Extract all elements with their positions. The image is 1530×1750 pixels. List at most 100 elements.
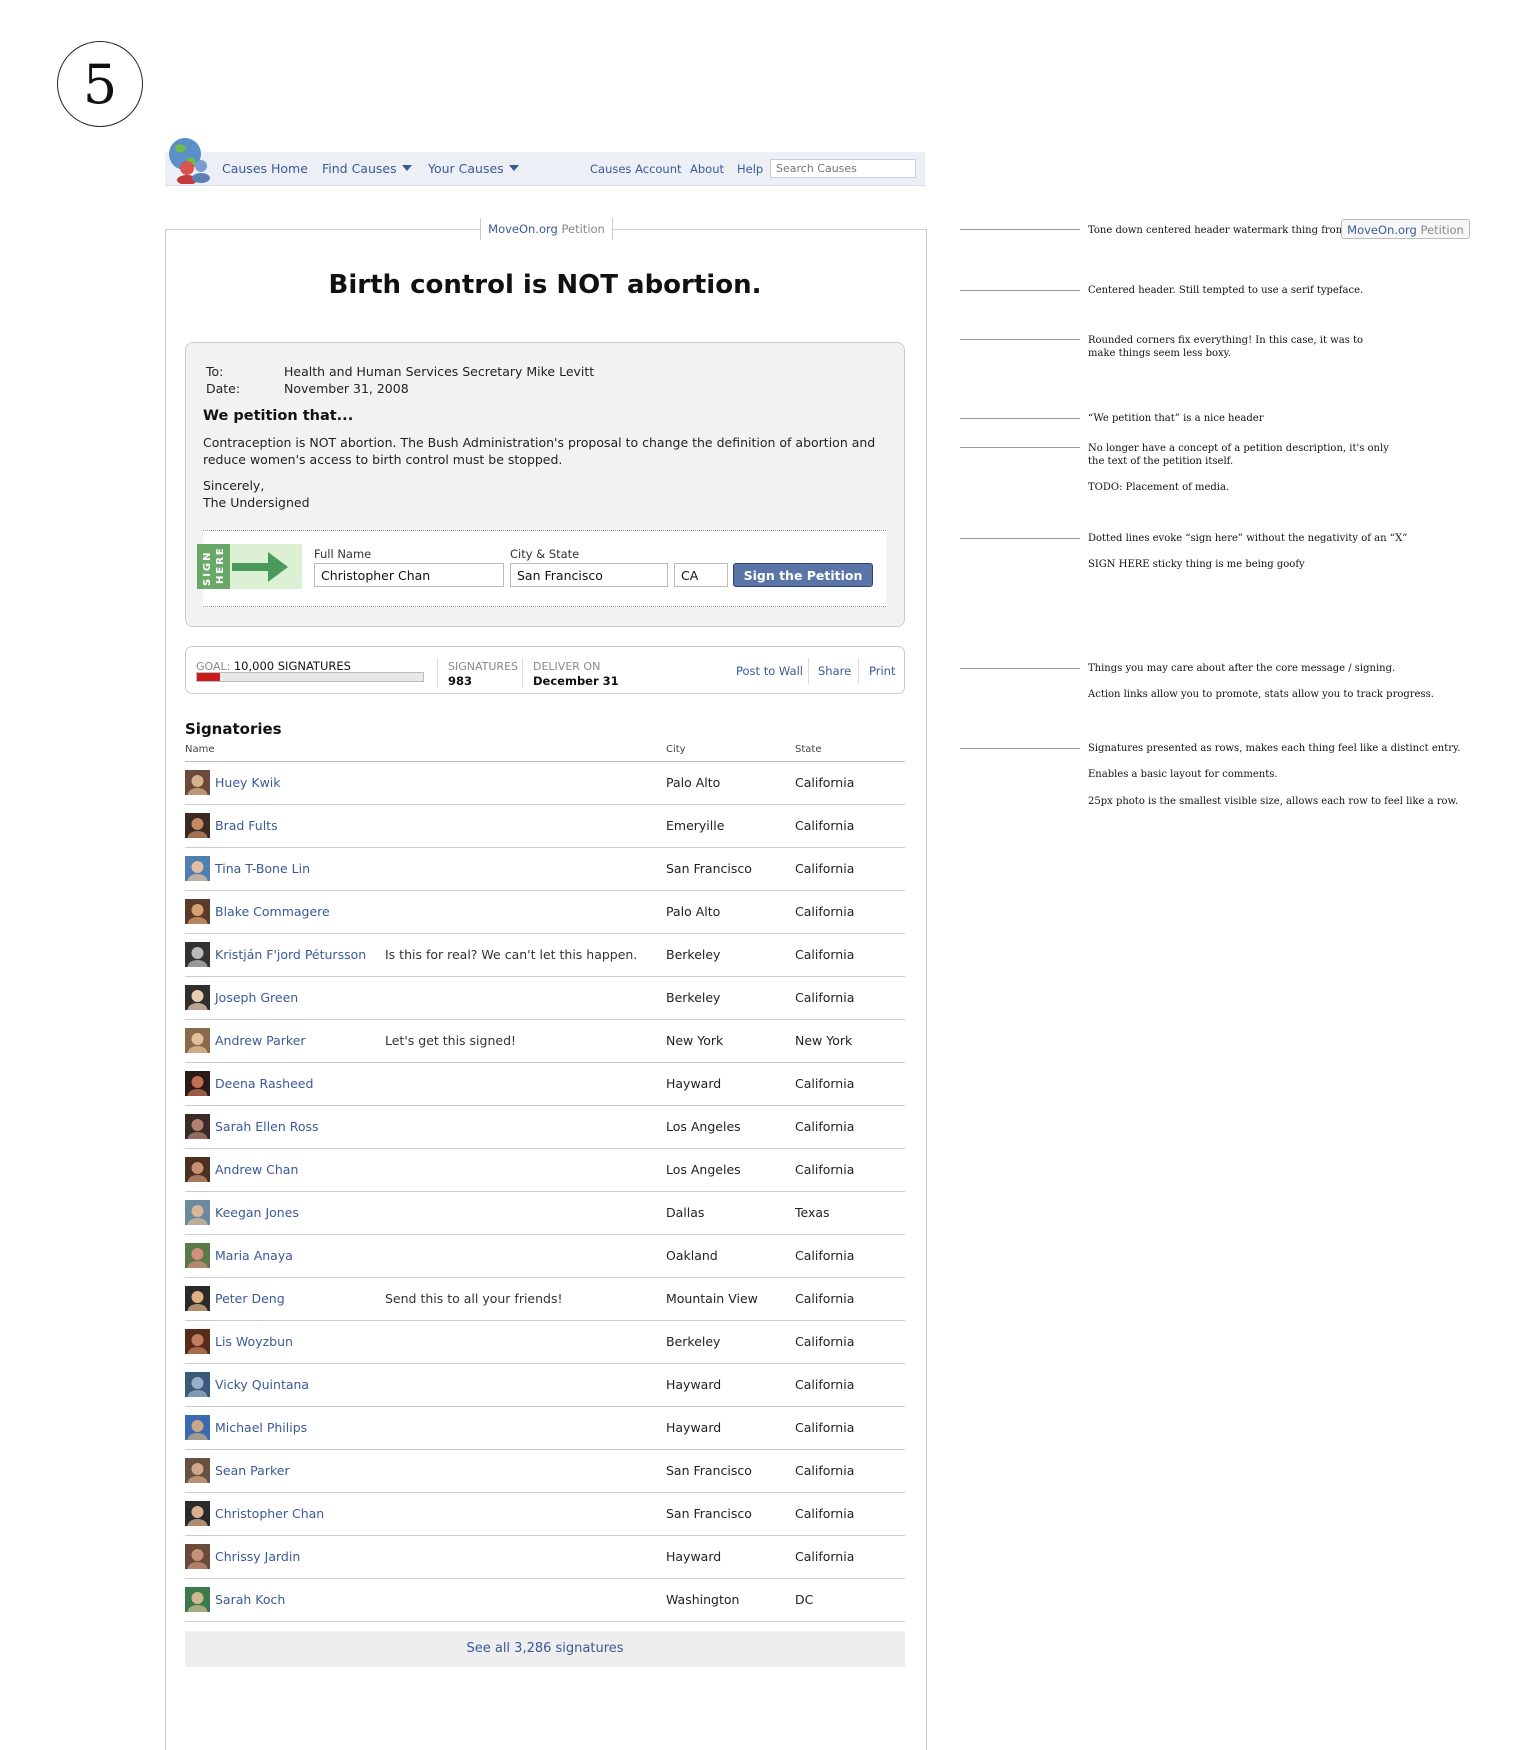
signer-name-link[interactable]: Keegan Jones — [215, 1205, 299, 1220]
signatures-count: 983 — [448, 674, 473, 688]
avatar[interactable] — [185, 1071, 210, 1096]
avatar[interactable] — [185, 1415, 210, 1440]
signer-city: Berkeley — [666, 947, 721, 962]
annotation-leader — [960, 538, 1080, 539]
signer-state: California — [795, 1506, 855, 1521]
nav-about[interactable]: About — [690, 162, 724, 176]
sign-here-tab: SIGN HERE — [197, 544, 230, 589]
signer-state: California — [795, 1463, 855, 1478]
signer-name-link[interactable]: Lis Woyzbun — [215, 1334, 293, 1349]
table-row: Andrew Chan Los Angeles California — [185, 1149, 905, 1192]
avatar[interactable] — [185, 1286, 210, 1311]
avatar[interactable] — [185, 856, 210, 881]
search-causes-input[interactable] — [770, 159, 916, 178]
stats-divider — [522, 658, 523, 688]
table-row: Christopher Chan San Francisco California — [185, 1493, 905, 1536]
avatar[interactable] — [185, 1372, 210, 1397]
avatar[interactable] — [185, 1243, 210, 1268]
annotation-photo: 25px photo is the smallest visible size,… — [1088, 796, 1459, 807]
avatar[interactable] — [185, 1501, 210, 1526]
city-field[interactable] — [510, 563, 668, 587]
avatar[interactable] — [185, 1200, 210, 1225]
signer-name-link[interactable]: Deena Rasheed — [215, 1076, 313, 1091]
signer-city: Palo Alto — [666, 904, 721, 919]
state-field[interactable] — [674, 563, 728, 587]
signer-name-link[interactable]: Brad Fults — [215, 818, 278, 833]
nav-find-causes[interactable]: Find Causes — [322, 161, 412, 176]
watermark-brand: MoveOn.org — [488, 222, 558, 236]
petition-signoff: Sincerely, The Undersigned — [203, 477, 310, 511]
signer-state: DC — [795, 1592, 814, 1607]
avatar[interactable] — [185, 1114, 210, 1139]
avatar[interactable] — [185, 813, 210, 838]
annotation-stats: Things you may care about after the core… — [1088, 663, 1396, 674]
avatar[interactable] — [185, 985, 210, 1010]
annotation-dotted: Dotted lines evoke “sign here” without t… — [1088, 533, 1408, 544]
signer-city: Berkeley — [666, 990, 721, 1005]
annotation-description-line1: No longer have a concept of a petition d… — [1088, 443, 1389, 454]
nav-help[interactable]: Help — [737, 162, 763, 176]
avatar[interactable] — [185, 770, 210, 795]
signer-name-link[interactable]: Christopher Chan — [215, 1506, 324, 1521]
nav-your-causes[interactable]: Your Causes — [428, 161, 519, 176]
see-all-signatures-link[interactable]: See all 3,286 signatures — [185, 1631, 905, 1667]
watermark-suffix: Petition — [561, 222, 605, 236]
signer-state: California — [795, 818, 855, 833]
signer-name-link[interactable]: Peter Deng — [215, 1291, 285, 1306]
signer-state: California — [795, 1334, 855, 1349]
goal-value: 10,000 SIGNATURES — [233, 659, 351, 673]
full-name-label: Full Name — [314, 547, 372, 561]
table-row: Kristján F'jord Pétursson Is this for rea… — [185, 934, 905, 977]
table-row: Chrissy Jardin Hayward California — [185, 1536, 905, 1579]
date-value: November 31, 2008 — [284, 381, 409, 396]
signer-state: New York — [795, 1033, 853, 1048]
signer-name-link[interactable]: Andrew Parker — [215, 1033, 306, 1048]
signer-name-link[interactable]: Joseph Green — [215, 990, 298, 1005]
annotation-description-line2: the text of the petition itself. — [1088, 456, 1234, 467]
annotation-leader — [960, 668, 1080, 669]
signer-name-link[interactable]: Sarah Ellen Ross — [215, 1119, 319, 1134]
post-to-wall-link[interactable]: Post to Wall — [736, 664, 803, 678]
avatar[interactable] — [185, 1544, 210, 1569]
share-link[interactable]: Share — [818, 664, 851, 678]
signer-name-link[interactable]: Chrissy Jardin — [215, 1549, 300, 1564]
signer-name-link[interactable]: Blake Commagere — [215, 904, 330, 919]
print-link[interactable]: Print — [869, 664, 895, 678]
signatories-heading: Signatories — [185, 720, 282, 738]
signer-name-link[interactable]: Vicky Quintana — [215, 1377, 309, 1392]
avatar[interactable] — [185, 1329, 210, 1354]
causes-logo-icon[interactable] — [165, 136, 215, 184]
nav-causes-account[interactable]: Causes Account — [590, 162, 682, 176]
avatar[interactable] — [185, 1458, 210, 1483]
table-row: Maria Anaya Oakland California — [185, 1235, 905, 1278]
signer-name-link[interactable]: Andrew Chan — [215, 1162, 298, 1177]
avatar[interactable] — [185, 899, 210, 924]
signer-name-link[interactable]: Kristján F'jord Pétursson — [215, 947, 366, 962]
signer-name-link[interactable]: Tina T-Bone Lin — [215, 861, 310, 876]
column-header-state: State — [795, 744, 822, 755]
signer-comment: Is this for real? We can't let this happ… — [385, 947, 638, 962]
avatar[interactable] — [185, 1157, 210, 1182]
full-name-field[interactable] — [314, 563, 504, 587]
avatar[interactable] — [185, 1587, 210, 1612]
signer-name-link[interactable]: Sarah Koch — [215, 1592, 285, 1607]
signer-name-link[interactable]: Huey Kwik — [215, 775, 281, 790]
table-row: Andrew Parker Let's get this signed! New Y… — [185, 1020, 905, 1063]
to-label: To: — [206, 364, 224, 379]
sign-petition-button[interactable]: Sign the Petition — [733, 563, 873, 587]
signer-name-link[interactable]: Sean Parker — [215, 1463, 290, 1478]
annotation-todo: TODO: Placement of media. — [1088, 482, 1230, 493]
signer-name-link[interactable]: Michael Philips — [215, 1420, 307, 1435]
signer-state: Texas — [795, 1205, 830, 1220]
signer-name-link[interactable]: Maria Anaya — [215, 1248, 293, 1263]
signer-city: Hayward — [666, 1377, 722, 1392]
annotation-watermark: Tone down centered header watermark thin… — [1088, 225, 1346, 236]
annotation-description: No longer have a concept of a petition d… — [1088, 442, 1389, 468]
signer-state: California — [795, 1549, 855, 1564]
nav-causes-home[interactable]: Causes Home — [222, 161, 308, 176]
avatar[interactable] — [185, 942, 210, 967]
avatar[interactable] — [185, 1028, 210, 1053]
signer-city: Berkeley — [666, 1334, 721, 1349]
deliver-date: December 31 — [533, 674, 619, 688]
goal-progress-fill — [197, 673, 220, 681]
